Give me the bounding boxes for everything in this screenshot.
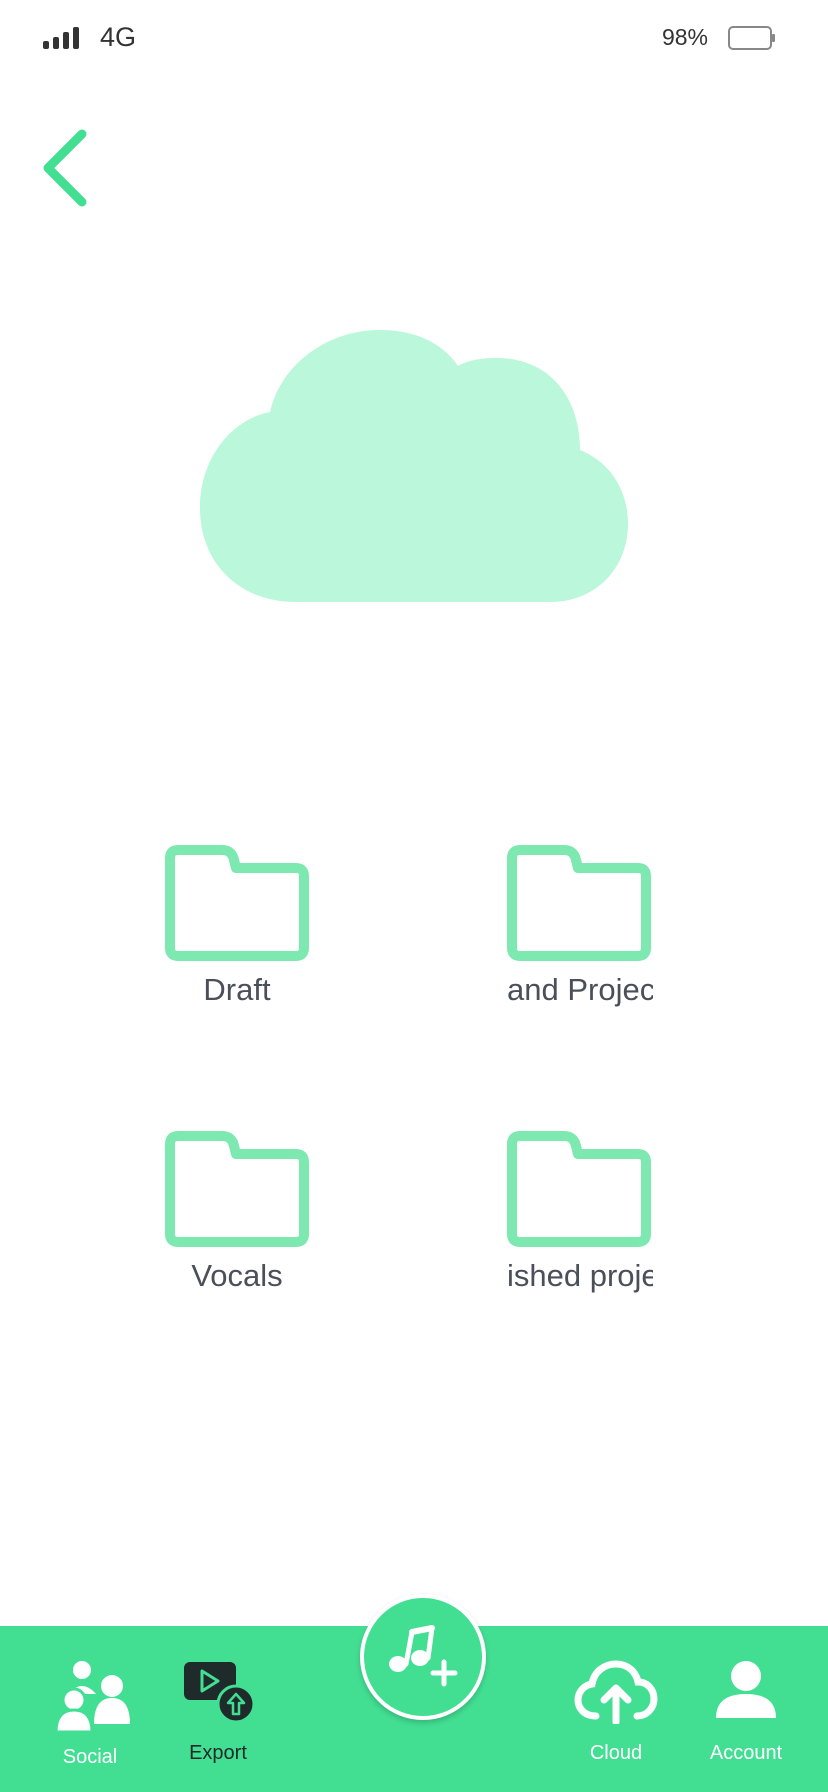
chevron-left-icon	[43, 129, 87, 207]
music-add-icon	[389, 1625, 458, 1687]
folder-icon	[507, 1131, 651, 1247]
battery-percent: 98%	[661, 24, 708, 50]
people-icon	[54, 1661, 130, 1732]
folder-band-projects[interactable]: and Project	[504, 842, 654, 1032]
folder-vocals[interactable]: Vocals	[162, 1128, 312, 1318]
cloud-upload-icon	[574, 1660, 658, 1724]
folder-draft[interactable]: Draft	[162, 842, 312, 1032]
status-bar: 4G 98%	[0, 0, 828, 80]
folder-label: and Project	[507, 972, 653, 1007]
add-music-button[interactable]	[360, 1594, 486, 1720]
folder-icon	[165, 1131, 309, 1247]
battery-icon	[728, 26, 775, 50]
tab-social[interactable]: Social	[40, 1626, 140, 1792]
folder-icon	[507, 845, 651, 961]
tab-label: Account	[709, 1742, 783, 1764]
signal-icon	[43, 27, 79, 49]
folder-label: Vocals	[191, 1258, 283, 1293]
tab-label: Cloud	[589, 1742, 643, 1764]
folder-label: Draft	[203, 972, 271, 1007]
back-button[interactable]	[36, 126, 100, 210]
tab-export[interactable]: Export	[168, 1626, 268, 1792]
export-video-icon	[184, 1662, 256, 1724]
tab-label: Export	[189, 1742, 247, 1764]
folder-icon	[165, 845, 309, 961]
user-icon	[716, 1661, 776, 1718]
tab-label: Social	[62, 1746, 118, 1768]
cloud-icon	[200, 330, 628, 602]
tab-cloud[interactable]: Cloud	[566, 1626, 666, 1792]
folder-label: ished proje	[507, 1258, 653, 1293]
folder-finished-projects[interactable]: ished proje	[504, 1128, 654, 1318]
network-type: 4G	[100, 22, 137, 52]
tab-account[interactable]: Account	[696, 1626, 796, 1792]
